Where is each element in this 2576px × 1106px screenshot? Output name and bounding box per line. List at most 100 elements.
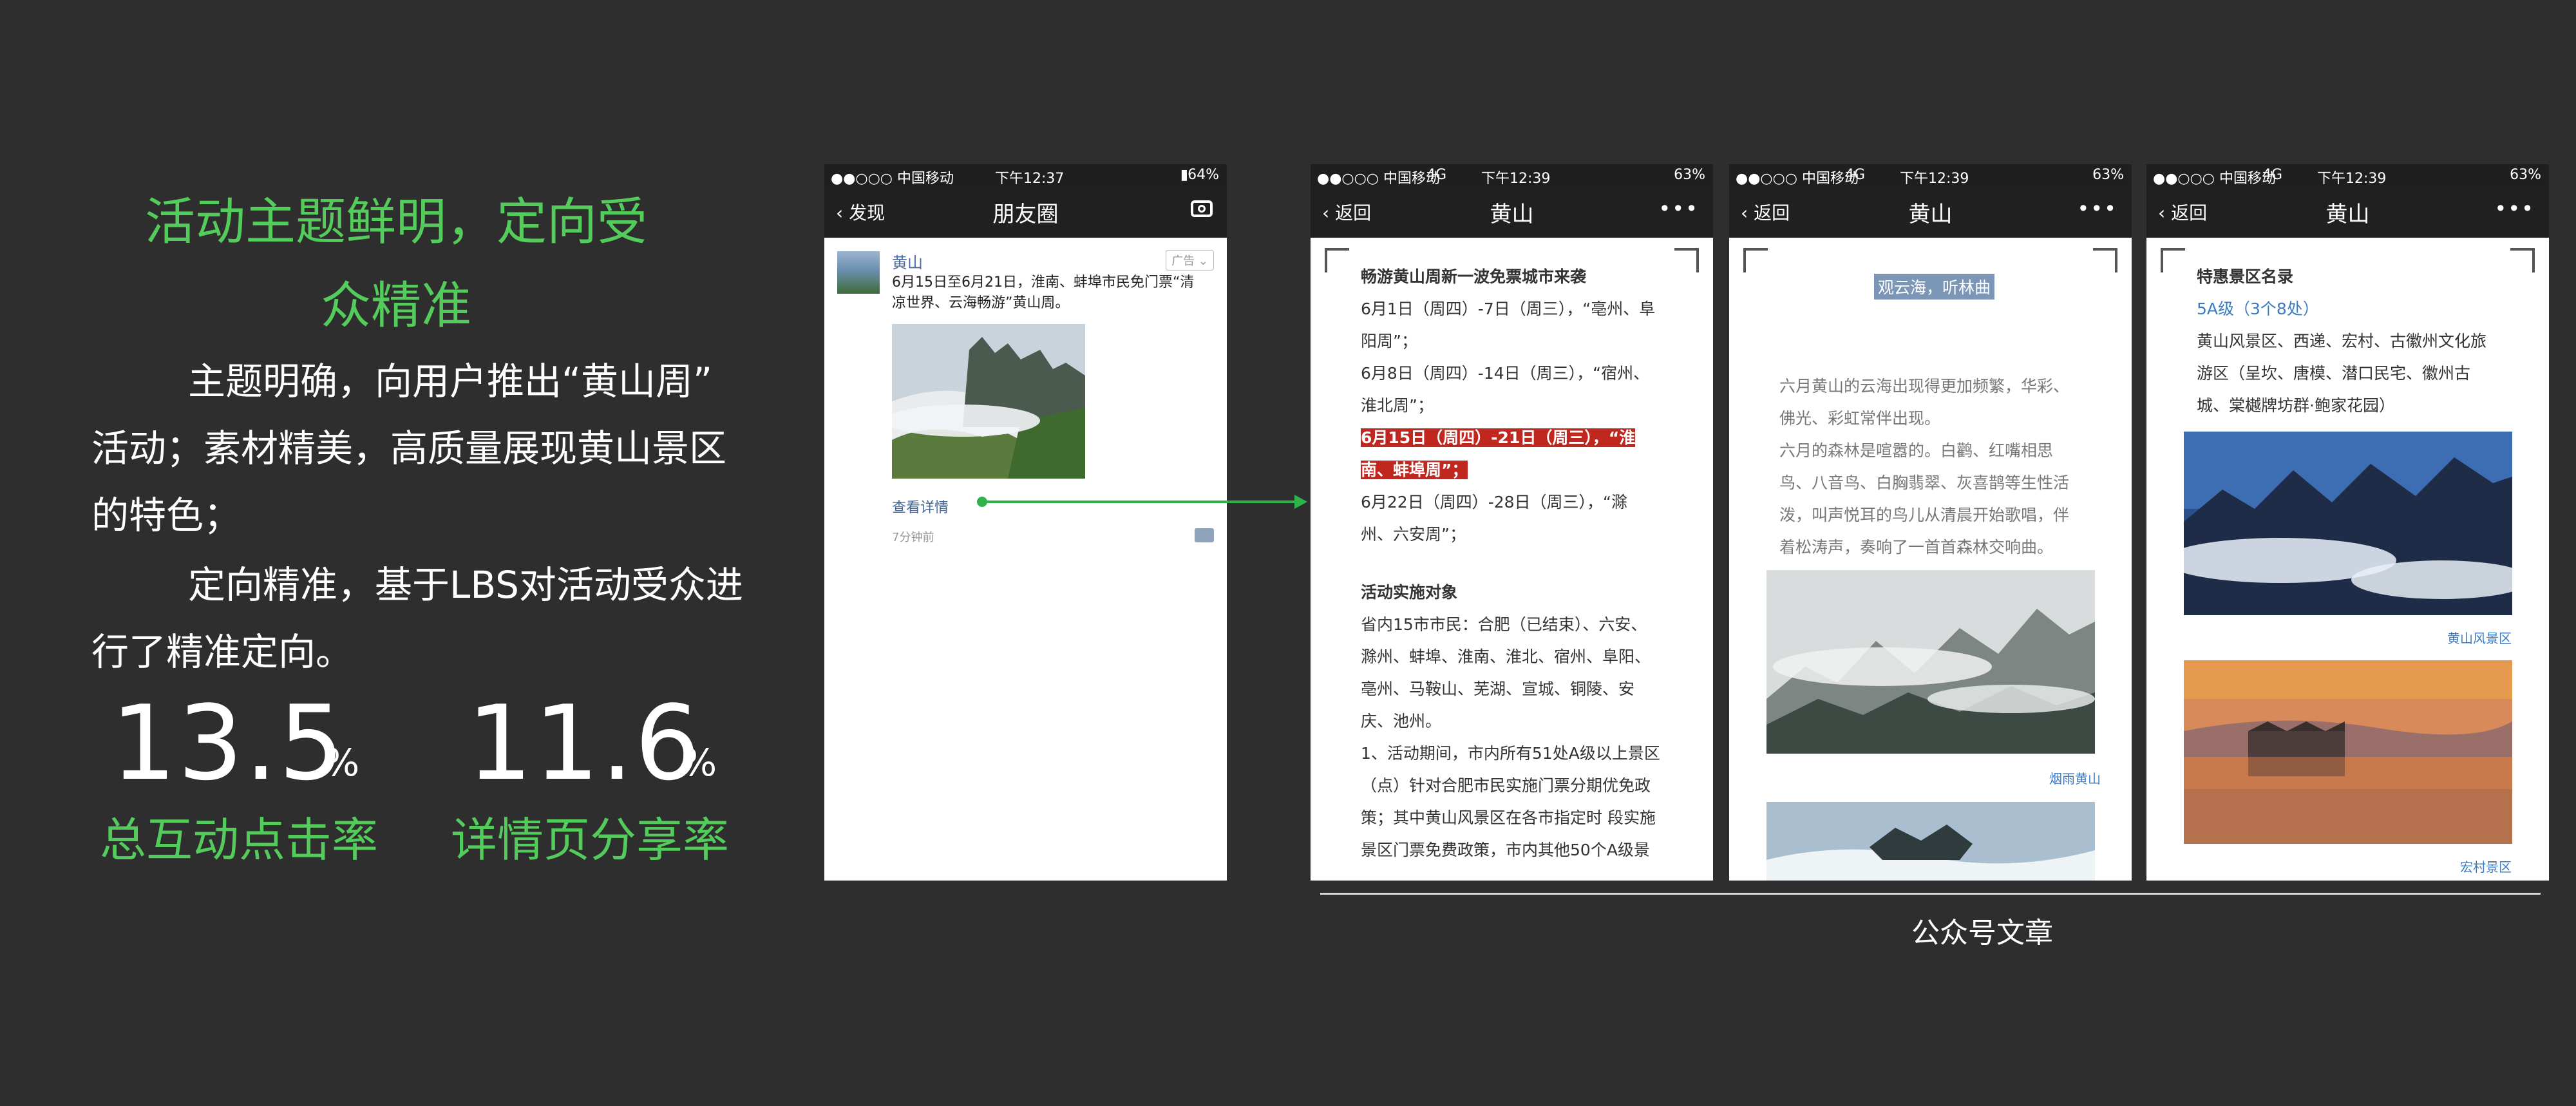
article-body: 六月黄山的云海出现得更加频繁，华彩、 佛光、彩虹常伴出现。 六月的森林是喧嚣的。… xyxy=(1779,370,2088,564)
article-line: 滁州、蚌埠、淮南、淮北、宿州、阜阳、 xyxy=(1361,647,1651,666)
status-carrier: ●●○○○ 中国移动 xyxy=(2153,171,2276,187)
nav-title: 黄山 xyxy=(1908,202,1953,227)
status-network: 4G xyxy=(1845,167,1866,183)
nav-bar: ‹ 返回 黄山 ••• xyxy=(1729,186,2132,238)
status-network: 4G xyxy=(1426,167,1447,183)
para1-line1: 主题明确，向用户推出“黄山周” xyxy=(188,359,713,403)
article-line: 淮北周”； xyxy=(1361,396,1434,415)
article-line: 泼，叫声悦耳的鸟儿从清晨开始歌唱，伴 xyxy=(1779,506,2070,524)
time-ago: 7分钟前 xyxy=(892,531,934,544)
description-paragraph-2: 定向精准，基于LBS对活动受众进 行了精准定向。 xyxy=(91,551,774,685)
article-line: 景区门票免费政策，市内其他50个A级景 xyxy=(1361,841,1650,859)
headline-line2: 众精准 xyxy=(320,277,471,335)
level-label: 5A级（3个8处） xyxy=(2197,300,2319,318)
nav-title: 黄山 xyxy=(2325,202,2370,227)
more-icon[interactable]: ••• xyxy=(2494,196,2535,221)
status-battery: 63% xyxy=(2092,167,2124,183)
stat-click-rate-label: 总互动点击率 xyxy=(100,813,379,867)
headline-line1: 活动主题鲜明，定向受 xyxy=(144,193,647,251)
photo-caption: 宏村景区 xyxy=(2460,859,2512,875)
article-line: 庆、池州。 xyxy=(1361,712,1442,730)
status-time: 下午12:39 xyxy=(1900,171,1969,187)
articles-divider xyxy=(1320,893,2541,895)
article-line: 阳周”； xyxy=(1361,332,1417,350)
para1-line2: 活动；素材精美，高质量展现黄山景区 xyxy=(91,426,727,470)
comment-icon[interactable] xyxy=(1195,528,1214,542)
stat-share-rate-unit: % xyxy=(681,741,717,785)
phone-article-1: ●●○○○ 中国移动 4G 下午12:39 63% ‹ 返回 黄山 ••• 畅游… xyxy=(1311,164,1713,881)
more-icon[interactable]: ••• xyxy=(2077,196,2117,221)
status-battery: 64% xyxy=(1188,167,1219,183)
status-time: 下午12:39 xyxy=(2317,171,2387,187)
article-subheading: 活动实施对象 xyxy=(1361,583,1458,602)
article-body: 畅游黄山周新一波免票城市来袭 6月1日（周四）-7日（周三），“亳州、阜 阳周”… xyxy=(1361,261,1670,866)
para1-line3: 的特色； xyxy=(91,493,242,537)
status-bar: ●●○○○ 中国移动 4G 下午12:39 63% xyxy=(1311,164,1713,187)
highlighted-line: 南、蚌埠周”； xyxy=(1361,461,1468,479)
article-line: 六月黄山的云海出现得更加频繁，华彩、 xyxy=(1779,377,2070,396)
article-line: 策；其中黄山风景区在各市指定时 段实施 xyxy=(1361,808,1656,827)
section-title: 观云海，听林曲 xyxy=(1874,274,1995,300)
status-bar: ●●○○○ 中国移动 4G 下午12:39 63% xyxy=(2146,164,2549,187)
nav-bar: ‹ 发现 朋友圈 xyxy=(824,186,1227,238)
phone-article-2: ●●○○○ 中国移动 4G 下午12:39 63% ‹ 返回 黄山 ••• 观云… xyxy=(1729,164,2132,881)
nav-title: 黄山 xyxy=(1490,202,1534,227)
corner-mark xyxy=(2510,248,2535,272)
phone-moments: ●●○○○ 中国移动 下午12:37 ▮ 64% ‹ 发现 朋友圈 黄山 广告 … xyxy=(824,164,1227,881)
post-image[interactable] xyxy=(892,324,1085,479)
sea-of-clouds-photo[interactable] xyxy=(1766,802,2095,881)
article-line: 省内15市市民：合肥（已结束）、六安、 xyxy=(1361,615,1647,634)
camera-icon[interactable] xyxy=(1191,200,1213,217)
photo-caption: 烟雨黄山 xyxy=(2049,771,2101,787)
nav-bar: ‹ 返回 黄山 ••• xyxy=(1311,186,1713,238)
corner-mark xyxy=(2093,248,2117,272)
article-line: 6月22日（周四）-28日（周三），“滁 xyxy=(1361,493,1628,511)
status-carrier: ●●○○○ 中国移动 xyxy=(1736,171,1859,187)
status-carrier: ●●○○○ 中国移动 xyxy=(1317,171,1440,187)
corner-mark xyxy=(2161,248,2185,272)
article-line: 亳州、马鞍山、芜湖、宣城、铜陵、安 xyxy=(1361,680,1635,698)
corner-mark xyxy=(1674,248,1699,272)
status-network: 4G xyxy=(2262,167,2283,183)
article-line: 1、活动期间，市内所有51处A级以上景区 xyxy=(1361,744,1660,763)
more-icon[interactable]: ••• xyxy=(1658,196,1699,221)
article-line: 着松涛声，奏响了一首首森林交响曲。 xyxy=(1779,538,2054,557)
detail-link[interactable]: 查看详情 xyxy=(892,496,949,517)
status-bar: ●●○○○ 中国移动 4G 下午12:39 63% xyxy=(1729,164,2132,187)
status-battery: 63% xyxy=(2510,167,2541,183)
phone-article-3: ●●○○○ 中国移动 4G 下午12:39 63% ‹ 返回 黄山 ••• 特惠… xyxy=(2146,164,2549,881)
article-line: 6月1日（周四）-7日（周三），“亳州、阜 xyxy=(1361,300,1656,318)
connector-arrow xyxy=(982,501,1298,503)
post-author[interactable]: 黄山 xyxy=(892,250,923,272)
status-carrier: ●●○○○ 中国移动 xyxy=(831,171,954,187)
article-line: 城、棠樾牌坊群·鲍家花园） xyxy=(2197,396,2395,415)
article-line: 游区（呈坎、唐模、潜口民宅、徽州古 xyxy=(2197,364,2471,383)
article-body: 特惠景区名录 5A级（3个8处） 黄山风景区、西递、宏村、古徽州文化旅 游区（呈… xyxy=(2197,261,2506,422)
articles-group-caption: 公众号文章 xyxy=(1911,917,2053,949)
avatar[interactable] xyxy=(837,251,880,294)
stat-click-rate-value: 13.5 xyxy=(111,683,346,803)
status-time: 下午12:37 xyxy=(995,171,1065,187)
highlighted-line: 6月15日（周四）-21日（周三），“淮 xyxy=(1361,428,1636,447)
hongcun-photo[interactable] xyxy=(2184,660,2512,844)
ad-tag[interactable]: 广告 ⌄ xyxy=(1166,250,1214,271)
article-heading: 畅游黄山周新一波免票城市来袭 xyxy=(1361,267,1587,286)
status-bar: ●●○○○ 中国移动 下午12:37 ▮ 64% xyxy=(824,164,1227,187)
misty-mountain-photo[interactable] xyxy=(1766,570,2095,754)
nav-bar: ‹ 返回 黄山 ••• xyxy=(2146,186,2549,238)
corner-mark xyxy=(1325,248,1349,272)
para2-line2: 行了精准定向。 xyxy=(91,630,354,674)
article-line: 六月的森林是喧嚣的。白鹳、红嘴相思 xyxy=(1779,441,2054,460)
stat-share-rate-label: 详情页分享率 xyxy=(451,813,730,867)
status-time: 下午12:39 xyxy=(1481,171,1551,187)
stat-click-rate-unit: % xyxy=(324,741,360,785)
para2-line1: 定向精准，基于LBS对活动受众进 xyxy=(188,563,743,607)
article-heading: 特惠景区名录 xyxy=(2197,267,2294,286)
huangshan-photo[interactable] xyxy=(2184,432,2512,615)
article-line: 州、六安周”； xyxy=(1361,525,1466,544)
arrow-head-icon xyxy=(1294,495,1307,509)
headline: 活动主题鲜明，定向受 众精准 xyxy=(77,180,715,348)
photo-caption: 黄山风景区 xyxy=(2447,631,2512,646)
article-line: 黄山风景区、西递、宏村、古徽州文化旅 xyxy=(2197,332,2487,350)
